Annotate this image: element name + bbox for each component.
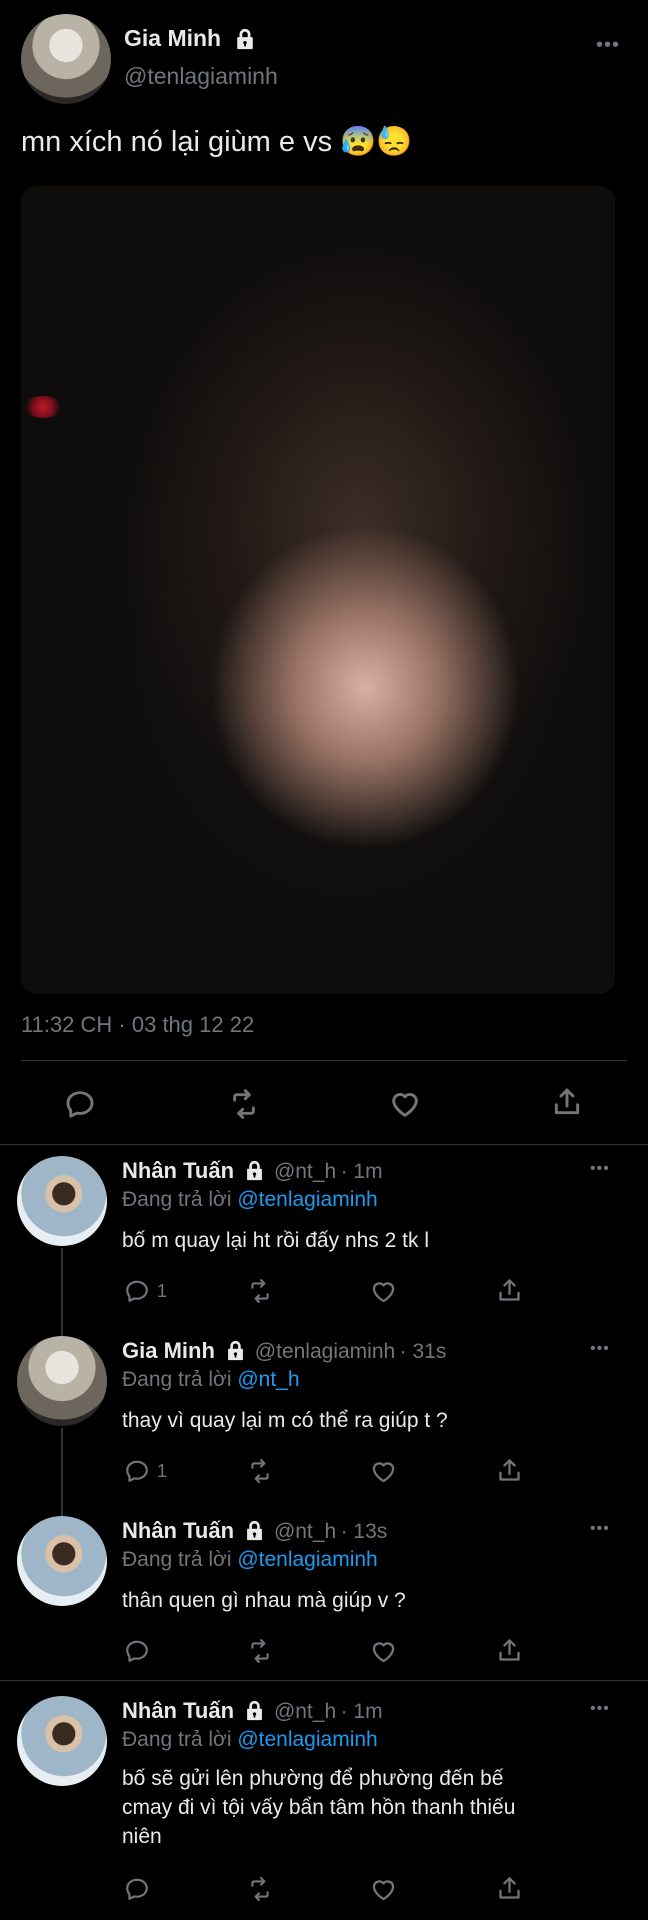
- like-icon[interactable]: [389, 1088, 421, 1120]
- reply-icon[interactable]: [124, 1638, 150, 1664]
- reply-header: Nhân Tuấn @nt_h · 1m: [122, 1158, 383, 1184]
- replying-to-handle[interactable]: @tenlagiaminh: [237, 1548, 377, 1571]
- replying-label: Đang trả lời: [122, 1728, 232, 1751]
- reply-time[interactable]: · 1m: [341, 1700, 383, 1723]
- share-icon[interactable]: [496, 1875, 523, 1902]
- reply-time[interactable]: · 1m: [341, 1160, 383, 1183]
- retweet-icon[interactable]: [246, 1278, 274, 1304]
- reply-icon[interactable]: [124, 1458, 150, 1484]
- divider: [0, 1144, 648, 1145]
- replying-label: Đang trả lời: [122, 1548, 232, 1571]
- reply-author-handle[interactable]: @nt_h: [274, 1700, 336, 1723]
- more-icon[interactable]: •••: [596, 34, 620, 57]
- reply-header: Gia Minh @tenlagiaminh · 31s: [122, 1338, 446, 1364]
- lock-icon: [244, 1700, 265, 1721]
- retweet-icon[interactable]: [246, 1638, 274, 1664]
- share-icon[interactable]: [496, 1457, 523, 1484]
- author-name-row[interactable]: Gia Minh: [124, 25, 256, 52]
- reply-avatar[interactable]: [17, 1156, 107, 1246]
- replying-to: Đang trả lời @nt_h: [122, 1368, 300, 1392]
- reply-time[interactable]: · 31s: [400, 1340, 447, 1363]
- thread-line: [61, 1428, 63, 1514]
- reply-icon[interactable]: [124, 1876, 150, 1902]
- reply-text: thân quen gì nhau mà giúp v ?: [122, 1589, 406, 1612]
- share-icon[interactable]: [496, 1637, 523, 1664]
- reply-header: Nhân Tuấn @nt_h · 13s: [122, 1518, 387, 1544]
- divider: [21, 1060, 627, 1061]
- reply-text-line: cmay đi vì tội vấy bẩn tâm hồn thanh thi…: [122, 1796, 516, 1819]
- avatar[interactable]: [21, 14, 111, 104]
- reply-count: 1: [157, 1281, 168, 1301]
- tweet-text: mn xích nó lại giùm e vs 😰😓: [21, 126, 413, 158]
- timestamp[interactable]: 11:32 CH · 03 thg 12 22: [21, 1012, 254, 1038]
- lock-icon: [225, 1340, 246, 1361]
- reply-text-line: bố sẽ gửi lên phường để phường đến bế: [122, 1767, 504, 1790]
- replying-to-handle[interactable]: @tenlagiaminh: [237, 1188, 377, 1211]
- retweet-icon[interactable]: [227, 1088, 261, 1120]
- reply-icon[interactable]: [64, 1088, 96, 1120]
- reply-text: bố m quay lại ht rồi đấy nhs 2 tk l: [122, 1229, 429, 1252]
- more-icon[interactable]: •••: [590, 1520, 610, 1538]
- thread-line: [61, 1248, 63, 1332]
- like-icon[interactable]: [370, 1876, 397, 1903]
- reply-text: bố sẽ gửi lên phường để phường đến bế cm…: [122, 1764, 515, 1851]
- author-name[interactable]: Gia Minh: [124, 25, 221, 51]
- reply-author-name[interactable]: Gia Minh: [122, 1338, 215, 1363]
- lock-icon: [244, 1520, 265, 1541]
- reply-icon[interactable]: [124, 1278, 150, 1304]
- reply-author-name[interactable]: Nhân Tuấn: [122, 1698, 234, 1723]
- like-icon[interactable]: [370, 1638, 397, 1665]
- replying-label: Đang trả lời: [122, 1368, 232, 1391]
- reply-header: Nhân Tuấn @nt_h · 1m: [122, 1698, 383, 1724]
- like-icon[interactable]: [370, 1278, 397, 1305]
- more-icon[interactable]: •••: [590, 1160, 610, 1178]
- lock-icon: [234, 28, 256, 50]
- reply-avatar[interactable]: [17, 1516, 107, 1606]
- reply-text: thay vì quay lại m có thể ra giúp t ?: [122, 1409, 448, 1432]
- reply-author-name[interactable]: Nhân Tuấn: [122, 1158, 234, 1183]
- replying-to: Đang trả lời @tenlagiaminh: [122, 1728, 378, 1752]
- reply-text-line: niên: [122, 1825, 162, 1848]
- replying-to-handle[interactable]: @nt_h: [237, 1368, 299, 1391]
- share-icon[interactable]: [551, 1086, 583, 1118]
- more-icon[interactable]: •••: [590, 1700, 610, 1718]
- reply-avatar[interactable]: [17, 1336, 107, 1426]
- author-handle[interactable]: @tenlagiaminh: [124, 63, 278, 90]
- reply-author-name[interactable]: Nhân Tuấn: [122, 1518, 234, 1543]
- reply-author-handle[interactable]: @nt_h: [274, 1520, 336, 1543]
- share-icon[interactable]: [496, 1277, 523, 1304]
- replying-to-handle[interactable]: @tenlagiaminh: [237, 1728, 377, 1751]
- reply-count: 1: [157, 1461, 168, 1481]
- reply-author-handle[interactable]: @nt_h: [274, 1160, 336, 1183]
- replying-label: Đang trả lời: [122, 1188, 232, 1211]
- lock-icon: [244, 1160, 265, 1181]
- tweet-media[interactable]: [21, 186, 615, 994]
- retweet-icon[interactable]: [246, 1458, 274, 1484]
- reply-author-handle[interactable]: @tenlagiaminh: [255, 1340, 395, 1363]
- divider: [0, 1680, 648, 1681]
- replying-to: Đang trả lời @tenlagiaminh: [122, 1548, 378, 1572]
- like-icon[interactable]: [370, 1458, 397, 1485]
- replying-to: Đang trả lời @tenlagiaminh: [122, 1188, 378, 1212]
- reply-time[interactable]: · 13s: [341, 1520, 388, 1543]
- reply-avatar[interactable]: [17, 1696, 107, 1786]
- media-light-spot: [23, 396, 63, 418]
- more-icon[interactable]: •••: [590, 1340, 610, 1358]
- retweet-icon[interactable]: [246, 1876, 274, 1902]
